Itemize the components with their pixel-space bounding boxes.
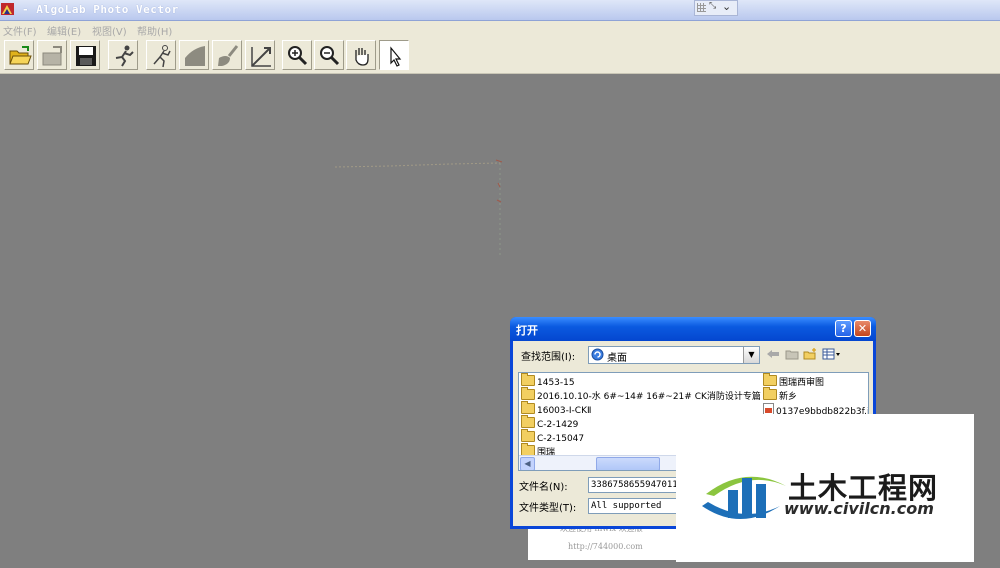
list-item[interactable]: C-2-15047: [521, 429, 584, 445]
list-item[interactable]: 围瑞西审图: [763, 373, 824, 389]
look-in-value: 桌面: [607, 353, 627, 364]
close-document-button[interactable]: [37, 40, 67, 70]
close-doc-icon: [42, 46, 62, 66]
filetype-label: 文件类型(T):: [519, 503, 577, 514]
up-folder-icon[interactable]: [785, 348, 799, 360]
brush-icon: [218, 45, 239, 66]
hand-icon: [355, 48, 369, 66]
list-item[interactable]: 2016.10.10-水 6#~14# 16#~21# CK消防设计专篇: [521, 387, 761, 403]
vectorize-button[interactable]: [108, 40, 138, 70]
save-icon: [76, 46, 96, 66]
save-button[interactable]: [70, 40, 100, 70]
look-in-select[interactable]: 桌面 ▼: [588, 346, 760, 364]
folder-icon: [763, 387, 777, 400]
scroll-thumb[interactable]: [596, 457, 660, 470]
folder-icon: [521, 387, 535, 400]
menu-file[interactable]: 文件(F): [3, 23, 37, 38]
list-item[interactable]: 新乡: [763, 387, 797, 403]
splash-line-2: http://744000.com: [568, 542, 643, 551]
fill-icon: [185, 46, 205, 66]
folder-icon: [521, 373, 535, 386]
dialog-help-button[interactable]: ?: [835, 320, 852, 337]
pointer-button[interactable]: [379, 40, 409, 70]
language-bar[interactable]: ⤡ ⌄: [694, 0, 738, 16]
toolbar: [0, 39, 1000, 74]
grid-icon: [697, 3, 706, 12]
watermark: 土木工程网 www.civilcn.com: [676, 414, 974, 562]
scroll-left-icon[interactable]: ◀: [520, 457, 535, 470]
watermark-logo: [702, 476, 786, 519]
dialog-title-bar[interactable]: 打开 ? ✕: [510, 317, 876, 341]
trace-icon: [153, 45, 171, 68]
fill-button[interactable]: [179, 40, 209, 70]
hand-button[interactable]: [346, 40, 376, 70]
expand-icon: ⤡: [709, 1, 717, 11]
new-folder-icon[interactable]: [803, 348, 817, 360]
zoom-out-button[interactable]: [314, 40, 344, 70]
brush-button[interactable]: [212, 40, 242, 70]
folder-icon: [521, 401, 535, 414]
folder-icon: [521, 429, 535, 442]
back-icon[interactable]: [766, 348, 780, 360]
folder-icon: [763, 373, 777, 386]
pointer-icon: [390, 46, 402, 67]
desktop-icon: [591, 348, 604, 361]
list-item[interactable]: 1453-15: [521, 373, 575, 389]
canvas-trace: [334, 159, 503, 255]
filename-input[interactable]: 33867586559470114288: [588, 477, 688, 493]
crop-button[interactable]: [245, 40, 275, 70]
folder-icon: [521, 415, 535, 428]
crop-icon: [251, 47, 271, 67]
open-button[interactable]: [4, 40, 34, 70]
menu-bar: 文件(F) 编辑(E) 视图(V) 帮助(H): [0, 21, 1000, 39]
zoom-in-icon: [288, 46, 308, 66]
open-icon: [9, 46, 32, 65]
dialog-title: 打开: [516, 324, 538, 337]
list-item[interactable]: 16003-Ⅰ-CKⅡ: [521, 401, 591, 417]
title-bar: - AlgoLab Photo Vector ⤡ ⌄: [0, 0, 1000, 21]
app-icon: [1, 3, 14, 15]
look-in-dropdown-icon[interactable]: ▼: [743, 347, 759, 363]
window-title: - AlgoLab Photo Vector: [22, 3, 179, 16]
filetype-select[interactable]: All supported: [588, 498, 688, 514]
zoom-out-icon: [320, 46, 340, 66]
menu-edit[interactable]: 编辑(E): [47, 23, 81, 38]
view-menu-icon[interactable]: [822, 348, 842, 360]
zoom-in-button[interactable]: [282, 40, 312, 70]
menu-help[interactable]: 帮助(H): [137, 23, 172, 38]
trace-button[interactable]: [146, 40, 176, 70]
menu-view[interactable]: 视图(V): [92, 23, 127, 38]
watermark-url: www.civilcn.com: [784, 499, 934, 518]
dialog-close-button[interactable]: ✕: [854, 320, 871, 337]
list-item[interactable]: C-2-1429: [521, 415, 578, 431]
chevron-down-icon[interactable]: ⌄: [722, 0, 731, 13]
look-in-label: 查找范围(I):: [521, 352, 576, 363]
filename-label: 文件名(N):: [519, 482, 568, 493]
vectorize-icon: [115, 45, 134, 67]
